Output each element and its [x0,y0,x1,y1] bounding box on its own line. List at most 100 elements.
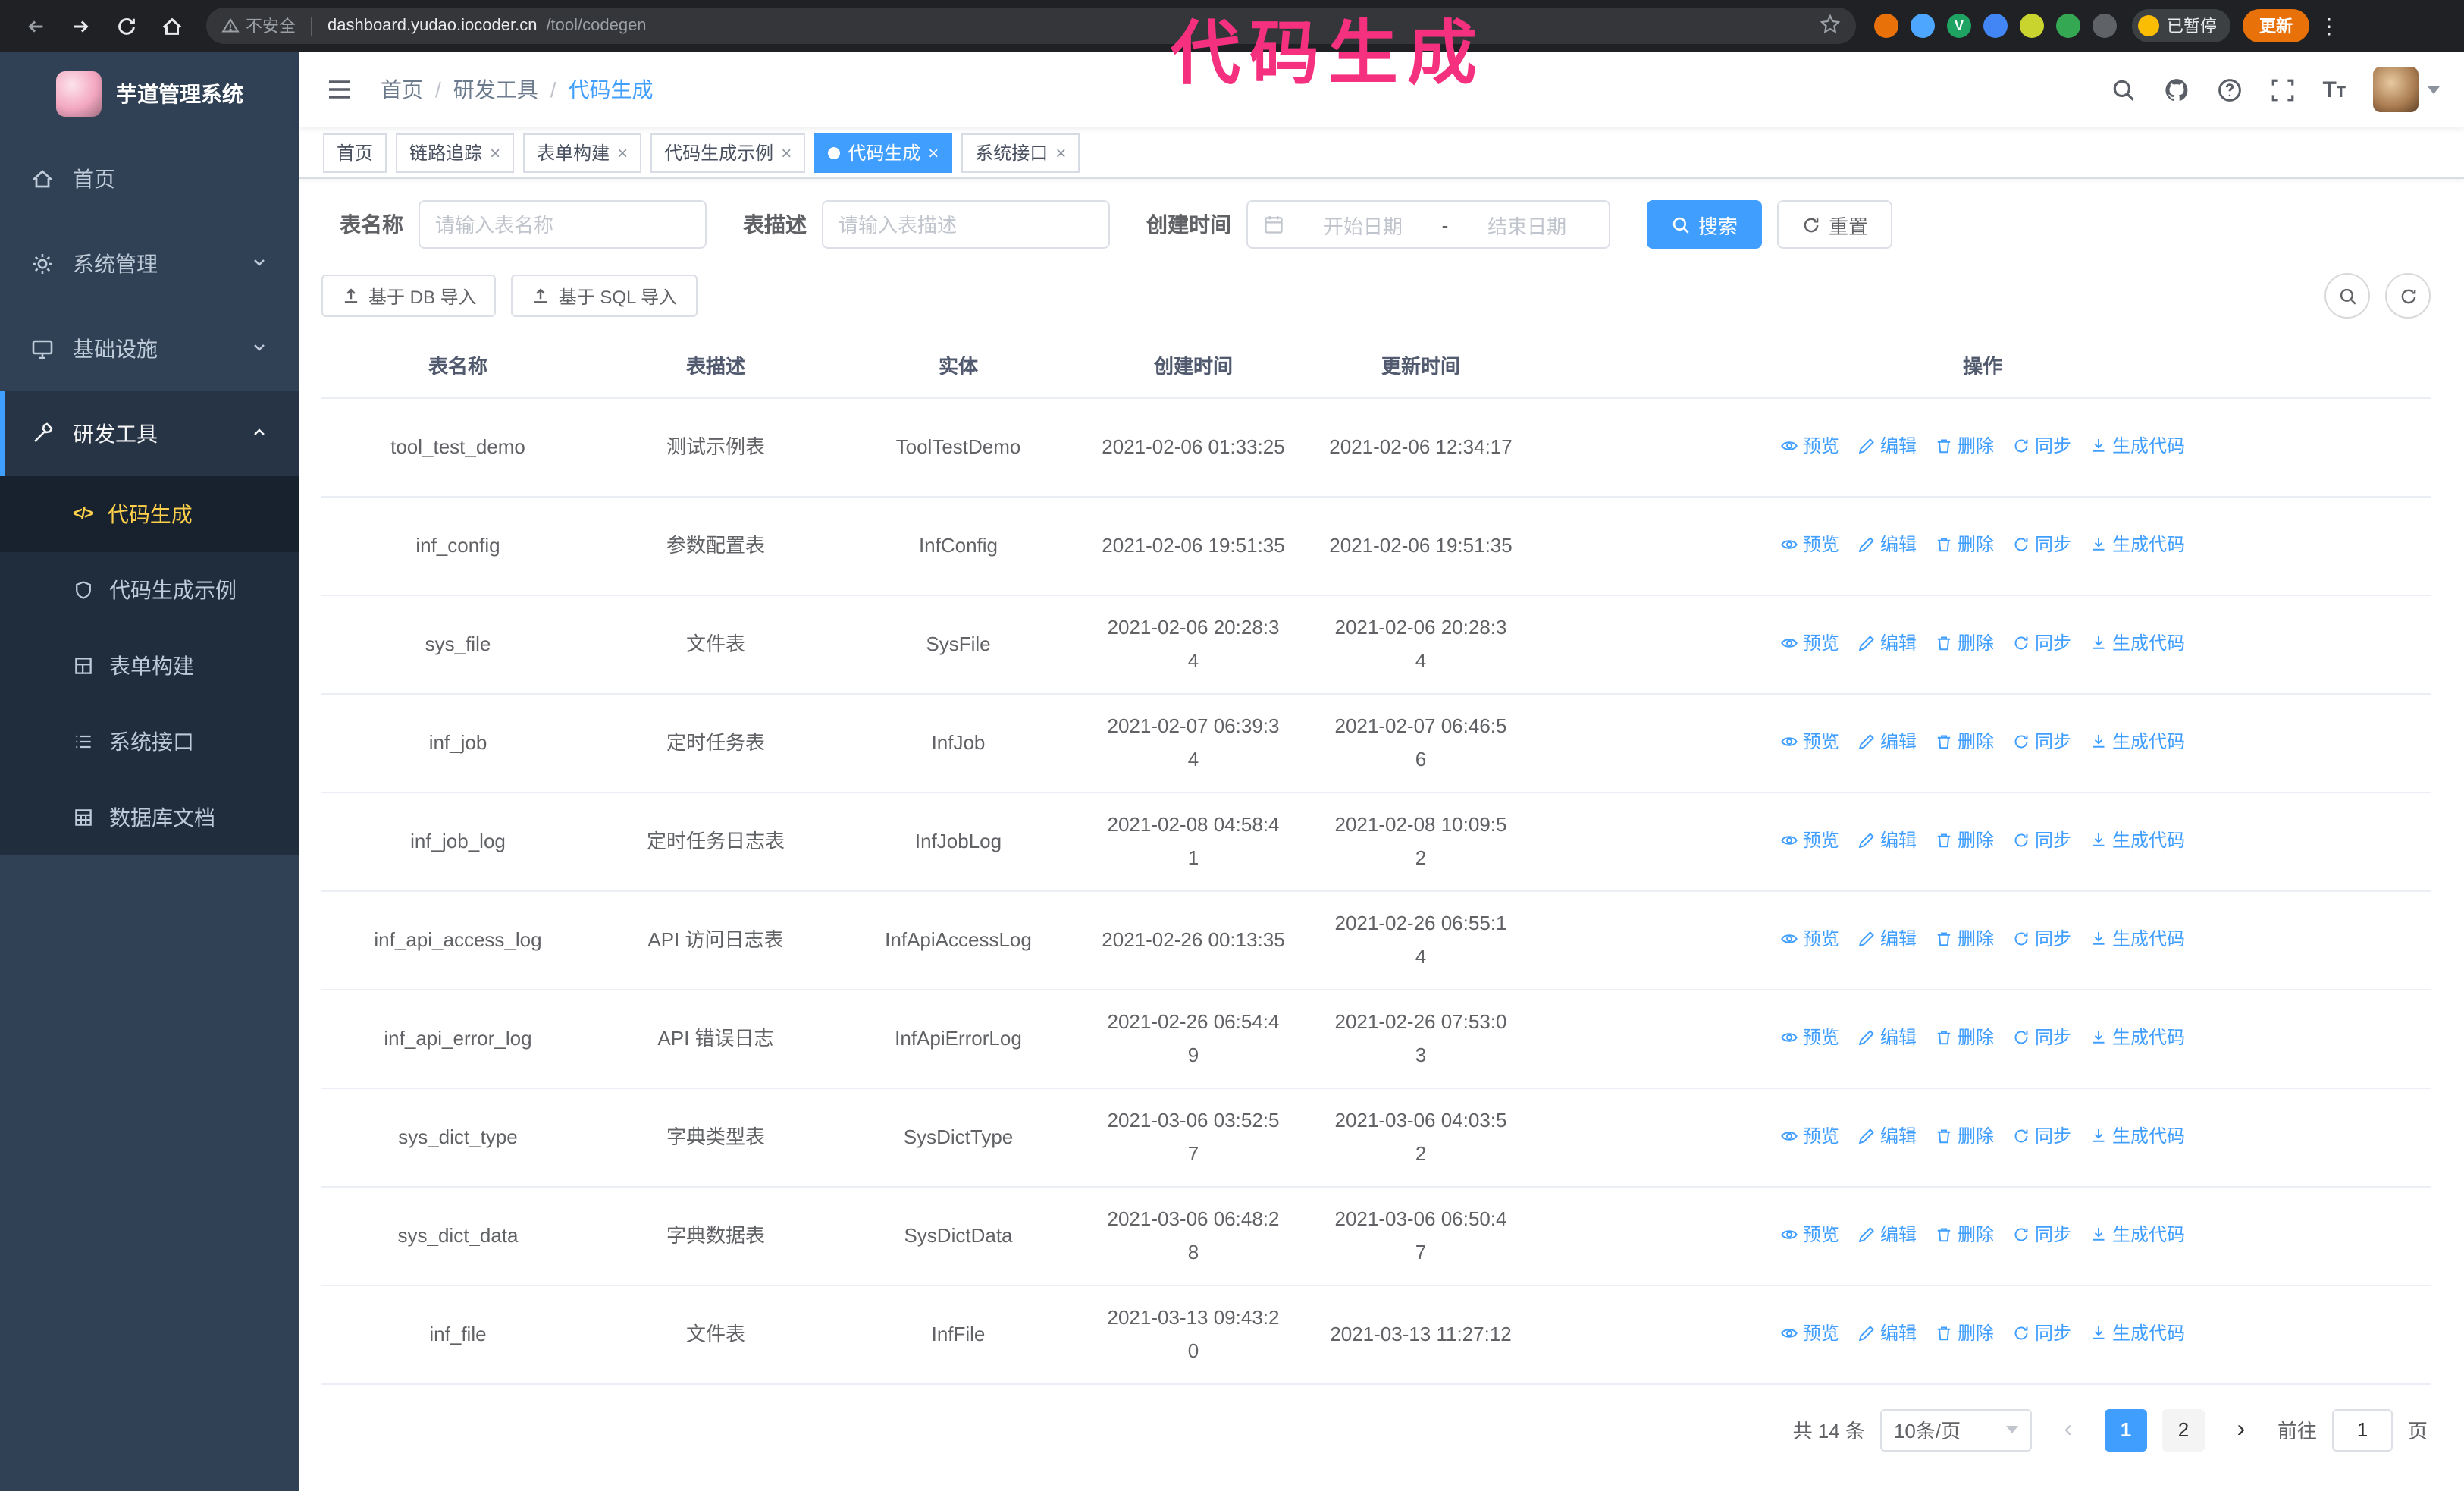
search-icon[interactable] [2110,77,2136,102]
edit-link[interactable]: 编辑 [1857,924,1917,955]
sync-link[interactable]: 同步 [2012,924,2071,955]
font-size-icon[interactable]: TT [2322,77,2346,102]
tag-form-builder[interactable]: 表单构建 × [523,133,642,172]
edit-link[interactable]: 编辑 [1857,1023,1917,1053]
preview-link[interactable]: 预览 [1780,1220,1839,1251]
edit-link[interactable]: 编辑 [1857,1122,1917,1152]
fullscreen-icon[interactable] [2269,77,2295,102]
sync-link[interactable]: 同步 [2012,530,2071,560]
refresh-table-button[interactable] [2385,273,2431,319]
delete-link[interactable]: 删除 [1935,629,1994,659]
extension-people-icon[interactable] [1983,14,2008,38]
sidebar-item-system[interactable]: 系统管理 [0,221,299,306]
edit-link[interactable]: 编辑 [1857,826,1917,856]
prev-page-button[interactable]: ‹ [2047,1408,2089,1451]
goto-page-input[interactable] [2331,1408,2393,1451]
next-page-button[interactable]: › [2220,1408,2262,1451]
import-db-button[interactable]: 基于 DB 导入 [321,275,497,317]
close-icon[interactable]: × [1055,143,1066,162]
preview-link[interactable]: 预览 [1780,629,1839,659]
preview-link[interactable]: 预览 [1780,1122,1839,1152]
tag-trace[interactable]: 链路追踪 × [396,133,515,172]
browser-refresh-icon[interactable] [106,6,146,46]
preview-link[interactable]: 预览 [1780,924,1839,955]
browser-menu-icon[interactable]: ⋮ [2318,13,2340,39]
table-name-input[interactable] [419,200,707,249]
generate-code-link[interactable]: 生成代码 [2089,727,2185,758]
generate-code-link[interactable]: 生成代码 [2089,629,2185,659]
close-icon[interactable]: × [490,143,500,162]
sync-link[interactable]: 同步 [2012,1023,2071,1053]
bookmark-star-icon[interactable] [1820,13,1841,39]
extension-v-icon[interactable]: V [1947,14,1971,38]
delete-link[interactable]: 删除 [1935,1023,1994,1053]
browser-forward-icon[interactable] [61,6,100,46]
edit-link[interactable]: 编辑 [1857,1319,1917,1349]
page-size-select[interactable]: 10条/页 [1879,1408,2032,1451]
sidebar-item-codegen[interactable]: </> 代码生成 [0,476,299,552]
sidebar-item-form-builder[interactable]: 表单构建 [0,628,299,704]
extension-square-icon[interactable] [2020,14,2044,38]
sync-link[interactable]: 同步 [2012,1122,2071,1152]
sidebar-logo[interactable]: 芋道管理系统 [0,52,299,137]
generate-code-link[interactable]: 生成代码 [2089,1220,2185,1251]
preview-link[interactable]: 预览 [1780,530,1839,560]
breadcrumb-devtools[interactable]: 研发工具 [453,74,538,105]
sync-link[interactable]: 同步 [2012,432,2071,462]
page-2-button[interactable]: 2 [2161,1408,2205,1451]
breadcrumb-home[interactable]: 首页 [381,74,423,105]
browser-back-icon[interactable] [15,6,55,46]
sidebar-item-home[interactable]: 首页 [0,137,299,221]
generate-code-link[interactable]: 生成代码 [2089,1319,2185,1349]
delete-link[interactable]: 删除 [1935,530,1994,560]
close-icon[interactable]: × [781,143,792,162]
sync-link[interactable]: 同步 [2012,1319,2071,1349]
table-desc-input[interactable] [822,200,1110,249]
address-bar[interactable]: 不安全 dashboard.yudao.iocoder.cn/tool/code… [206,8,1856,44]
paused-badge[interactable]: 已暂停 [2132,9,2230,42]
preview-link[interactable]: 预览 [1780,727,1839,758]
sync-link[interactable]: 同步 [2012,826,2071,856]
delete-link[interactable]: 删除 [1935,1319,1994,1349]
close-icon[interactable]: × [928,143,939,162]
search-button[interactable]: 搜索 [1647,200,1763,249]
extension-fox-icon[interactable] [1874,14,1898,38]
delete-link[interactable]: 删除 [1935,924,1994,955]
delete-link[interactable]: 删除 [1935,1220,1994,1251]
hamburger-icon[interactable] [323,73,356,106]
edit-link[interactable]: 编辑 [1857,530,1917,560]
delete-link[interactable]: 删除 [1935,1122,1994,1152]
sidebar-item-api[interactable]: 系统接口 [0,704,299,780]
preview-link[interactable]: 预览 [1780,826,1839,856]
edit-link[interactable]: 编辑 [1857,432,1917,462]
preview-link[interactable]: 预览 [1780,1319,1839,1349]
browser-home-icon[interactable] [152,6,191,46]
extension-puzzle-icon[interactable] [2093,14,2117,38]
delete-link[interactable]: 删除 [1935,727,1994,758]
extension-leaf-icon[interactable] [2056,14,2080,38]
date-range-picker[interactable]: 开始日期 - 结束日期 [1246,200,1610,249]
github-icon[interactable] [2163,77,2189,102]
import-sql-button[interactable]: 基于 SQL 导入 [511,275,698,317]
preview-link[interactable]: 预览 [1780,432,1839,462]
page-1-button[interactable]: 1 [2104,1408,2147,1451]
chrome-update-button[interactable]: 更新 [2243,9,2309,42]
sync-link[interactable]: 同步 [2012,727,2071,758]
close-icon[interactable]: × [617,143,628,162]
extension-drop-icon[interactable] [1911,14,1935,38]
sidebar-item-db-doc[interactable]: 数据库文档 [0,780,299,855]
tag-home[interactable]: 首页 [323,133,387,172]
sync-link[interactable]: 同步 [2012,629,2071,659]
delete-link[interactable]: 删除 [1935,826,1994,856]
help-icon[interactable] [2216,77,2242,102]
delete-link[interactable]: 删除 [1935,432,1994,462]
generate-code-link[interactable]: 生成代码 [2089,432,2185,462]
sidebar-item-codegen-example[interactable]: 代码生成示例 [0,552,299,628]
sidebar-item-infra[interactable]: 基础设施 [0,306,299,391]
edit-link[interactable]: 编辑 [1857,1220,1917,1251]
edit-link[interactable]: 编辑 [1857,727,1917,758]
tag-codegen[interactable]: 代码生成 × [814,133,953,172]
generate-code-link[interactable]: 生成代码 [2089,530,2185,560]
generate-code-link[interactable]: 生成代码 [2089,1122,2185,1152]
generate-code-link[interactable]: 生成代码 [2089,924,2185,955]
